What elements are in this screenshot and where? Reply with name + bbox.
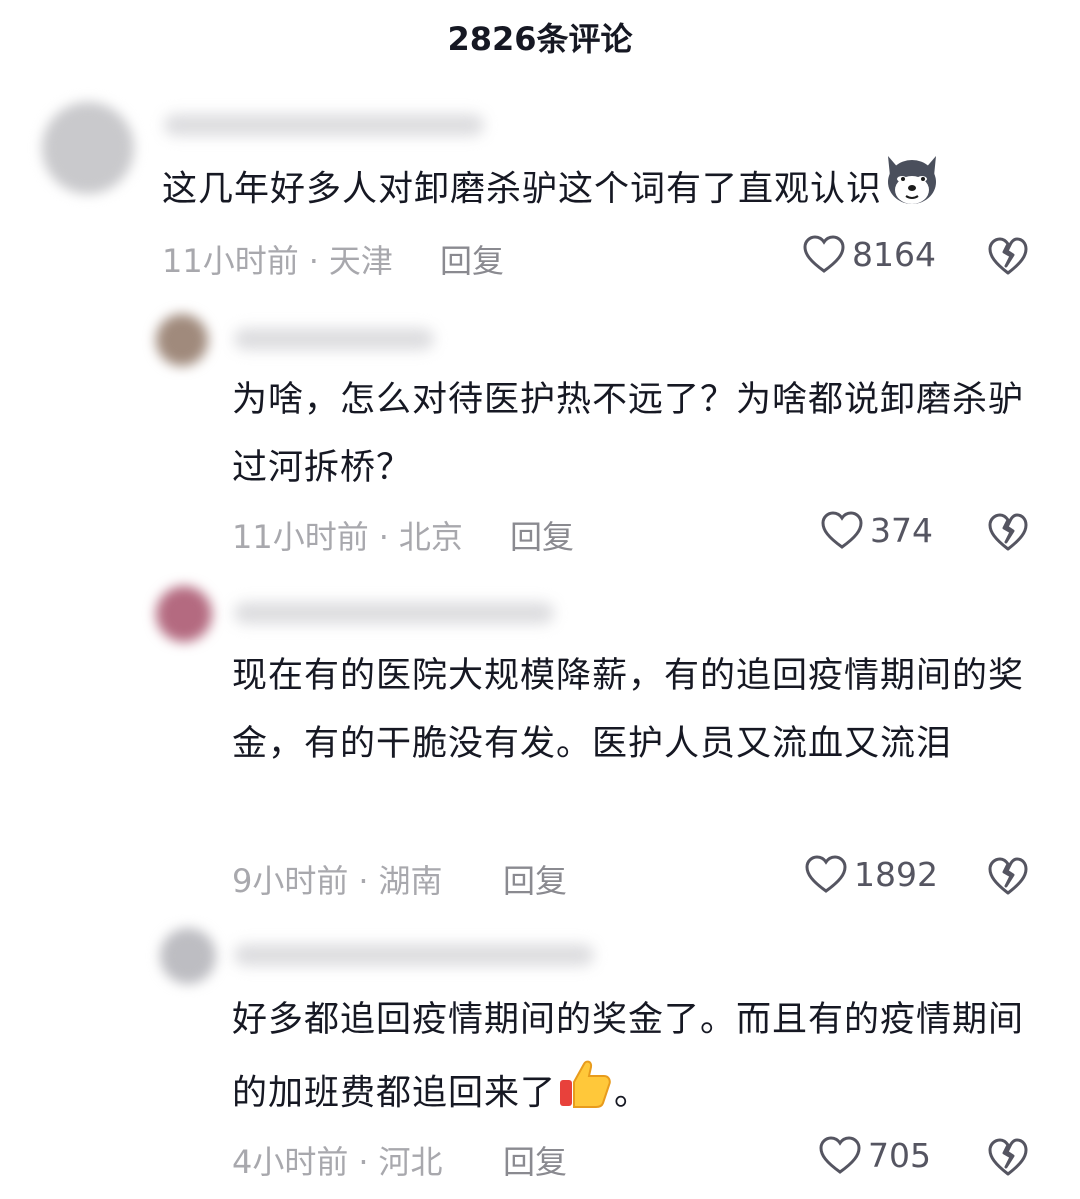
meta-separator: · (378, 518, 389, 556)
reply-button[interactable]: 回复 (440, 236, 504, 282)
comments-header: 2826条评论 (0, 0, 1080, 72)
comment-meta: 9小时前 · 湖南 (232, 856, 443, 902)
username[interactable] (234, 602, 554, 624)
thumbs-up-emoji-icon (556, 1054, 614, 1135)
comment-meta: 11小时前 · 北京 (232, 512, 463, 558)
reply-button[interactable]: 回复 (503, 1137, 567, 1183)
broken-heart-icon[interactable] (987, 236, 1029, 276)
like-button[interactable]: 705 (818, 1135, 931, 1175)
like-count: 1892 (854, 854, 938, 894)
broken-heart-icon[interactable] (987, 856, 1029, 896)
heart-icon (821, 511, 863, 549)
avatar[interactable] (160, 928, 216, 984)
meta-separator: · (358, 862, 369, 900)
comment-location: 北京 (398, 518, 463, 556)
like-count: 705 (868, 1135, 931, 1175)
avatar[interactable] (42, 102, 134, 194)
comment-meta: 4小时前 · 河北 (232, 1137, 443, 1183)
comment-location: 河北 (378, 1143, 443, 1181)
comment-text: 为啥，怎么对待医护热不远了？为啥都说卸磨杀驴过河拆桥？ (232, 380, 1025, 488)
like-button[interactable]: 8164 (802, 234, 936, 274)
comment-count-title: 2826条评论 (447, 20, 633, 58)
like-button[interactable]: 1892 (804, 854, 938, 894)
comment-location: 天津 (328, 242, 393, 280)
comment-time: 4小时前 (232, 1143, 349, 1181)
comment-text: 现在有的医院大规模降薪，有的追回疫情期间的奖金，有的干脆没有发。医护人员又流血又… (232, 656, 1025, 764)
broken-heart-icon[interactable] (987, 512, 1029, 552)
username[interactable] (234, 944, 594, 966)
husky-emoji-icon (882, 152, 942, 229)
like-count: 374 (870, 510, 933, 550)
comment-location: 湖南 (378, 862, 443, 900)
heart-icon (805, 855, 847, 893)
like-button[interactable]: 374 (820, 510, 933, 550)
username[interactable] (164, 114, 484, 136)
comment-text: 好多都追回疫情期间的奖金了。而且有的疫情期间的加班费都追回来了。 (232, 986, 1032, 1135)
meta-separator: · (358, 1143, 369, 1181)
comment-text: 这几年好多人对卸磨杀驴这个词有了直观认识 (162, 152, 1042, 229)
broken-heart-icon[interactable] (987, 1137, 1029, 1177)
avatar[interactable] (156, 314, 208, 366)
avatar[interactable] (156, 586, 212, 642)
heart-icon (803, 235, 845, 273)
username[interactable] (234, 328, 434, 350)
heart-icon (819, 1136, 861, 1174)
like-count: 8164 (852, 234, 936, 274)
reply-button[interactable]: 回复 (503, 856, 567, 902)
reply-button[interactable]: 回复 (510, 512, 574, 558)
comment-time: 11小时前 (232, 518, 369, 556)
meta-separator: · (308, 242, 319, 280)
comment-time: 9小时前 (232, 862, 349, 900)
comment-time: 11小时前 (162, 242, 299, 280)
comment-meta: 11小时前 · 天津 (162, 236, 393, 282)
